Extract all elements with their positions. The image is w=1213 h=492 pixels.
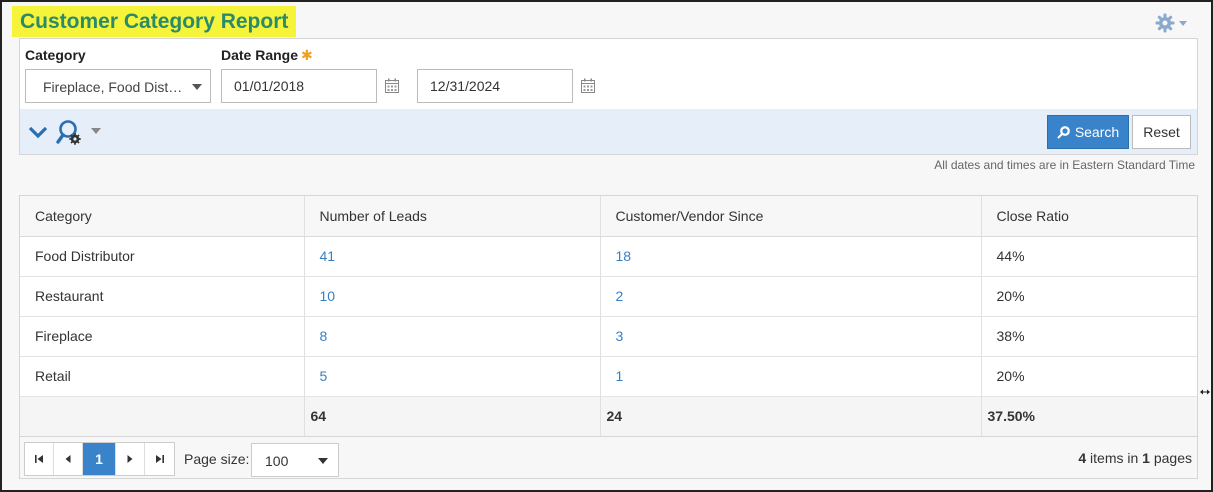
resize-cursor-icon xyxy=(1200,389,1210,395)
table-row: Fireplace 8 3 38% xyxy=(20,316,1197,357)
report-window: Customer Category Report Category Firepl… xyxy=(0,0,1213,492)
total-since: 24 xyxy=(599,396,981,437)
required-icon: ✱ xyxy=(301,47,313,63)
category-select-value: Fireplace, Food Distributor xyxy=(43,79,183,95)
total-leads: 64 xyxy=(303,396,600,437)
page-size-select[interactable]: 100 xyxy=(251,443,339,477)
total-category xyxy=(20,396,304,437)
cell-close-ratio: 44% xyxy=(980,236,1197,277)
timezone-note: All dates and times are in Eastern Stand… xyxy=(934,158,1195,172)
total-close-ratio: 37.50% xyxy=(980,396,1197,437)
cell-category: Food Distributor xyxy=(20,236,304,277)
item-count: 4 xyxy=(1078,450,1087,466)
report-table: Category Number of Leads Customer/Vendor… xyxy=(20,196,1197,437)
page-button-current[interactable]: 1 xyxy=(83,443,116,475)
table-row: Retail 5 1 20% xyxy=(20,356,1197,397)
search-settings-icon[interactable] xyxy=(56,119,84,147)
table-row: Restaurant 10 2 20% xyxy=(20,276,1197,317)
search-icon xyxy=(1057,126,1070,139)
last-page-icon xyxy=(155,455,164,463)
cell-since: 2 xyxy=(599,276,981,317)
column-header-leads[interactable]: Number of Leads xyxy=(303,196,600,237)
chevron-down-icon xyxy=(192,84,202,90)
cell-close-ratio: 20% xyxy=(980,356,1197,397)
date-range-label: Date Range ✱ xyxy=(221,47,313,64)
cell-leads: 41 xyxy=(303,236,600,277)
column-header-close-ratio[interactable]: Close Ratio xyxy=(980,196,1197,237)
cell-category: Restaurant xyxy=(20,276,304,317)
page-title: Customer Category Report xyxy=(12,6,297,37)
leads-link[interactable]: 5 xyxy=(320,368,328,384)
cell-category: Fireplace xyxy=(20,316,304,357)
since-link[interactable]: 1 xyxy=(616,368,624,384)
prev-page-icon xyxy=(65,455,71,463)
category-select[interactable]: Fireplace, Food Distributor xyxy=(25,69,211,103)
table-header-row: Category Number of Leads Customer/Vendor… xyxy=(20,196,1197,237)
report-grid: Category Number of Leads Customer/Vendor… xyxy=(19,195,1198,479)
page-size-value: 100 xyxy=(265,453,289,469)
start-date-input[interactable] xyxy=(221,69,377,103)
search-button-label: Search xyxy=(1074,124,1120,140)
page-count: 1 xyxy=(1142,450,1150,466)
since-link[interactable]: 18 xyxy=(616,248,632,264)
page-size-label: Page size: xyxy=(184,451,250,467)
leads-link[interactable]: 10 xyxy=(320,288,336,304)
cell-leads: 10 xyxy=(303,276,600,317)
column-header-since[interactable]: Customer/Vendor Since xyxy=(599,196,981,237)
prev-page-button[interactable] xyxy=(54,443,83,475)
filter-toolbar: Search Reset xyxy=(20,109,1197,154)
date-range-label-text: Date Range xyxy=(221,47,299,63)
search-button[interactable]: Search xyxy=(1047,115,1129,149)
pager: 1 Page size: 100 4 items in 1 pages xyxy=(20,437,1197,478)
next-page-button[interactable] xyxy=(116,443,145,475)
chevron-down-icon[interactable] xyxy=(28,124,48,140)
cell-leads: 8 xyxy=(303,316,600,357)
since-link[interactable]: 3 xyxy=(616,328,624,344)
pager-info: 4 items in 1 pages xyxy=(1078,450,1192,466)
cell-close-ratio: 38% xyxy=(980,316,1197,357)
next-page-icon xyxy=(127,455,133,463)
cell-leads: 5 xyxy=(303,356,600,397)
first-page-icon xyxy=(35,455,43,463)
cell-since: 1 xyxy=(599,356,981,397)
chevron-down-icon xyxy=(318,458,328,464)
cell-close-ratio: 20% xyxy=(980,276,1197,317)
since-link[interactable]: 2 xyxy=(616,288,624,304)
totals-row: 64 24 37.50% xyxy=(20,396,1197,437)
cell-category: Retail xyxy=(20,356,304,397)
calendar-icon[interactable] xyxy=(580,78,596,94)
caret-down-icon[interactable] xyxy=(91,128,101,134)
column-header-category[interactable]: Category xyxy=(20,196,304,237)
filter-panel: Category Fireplace, Food Distributor Dat… xyxy=(19,38,1198,155)
first-page-button[interactable] xyxy=(25,443,54,475)
pages-text: pages xyxy=(1153,450,1192,466)
calendar-icon[interactable] xyxy=(384,78,400,94)
items-text: items in xyxy=(1090,450,1139,466)
leads-link[interactable]: 41 xyxy=(320,248,336,264)
end-date-input[interactable] xyxy=(417,69,573,103)
last-page-button[interactable] xyxy=(145,443,174,475)
settings-menu-button[interactable] xyxy=(1155,12,1195,34)
reset-button[interactable]: Reset xyxy=(1132,115,1191,149)
pager-buttons: 1 xyxy=(24,442,175,476)
leads-link[interactable]: 8 xyxy=(320,328,328,344)
category-label: Category xyxy=(25,47,86,63)
cell-since: 18 xyxy=(599,236,981,277)
cell-since: 3 xyxy=(599,316,981,357)
table-row: Food Distributor 41 18 44% xyxy=(20,236,1197,277)
caret-down-icon xyxy=(1179,20,1187,26)
gear-icon xyxy=(1155,13,1175,33)
